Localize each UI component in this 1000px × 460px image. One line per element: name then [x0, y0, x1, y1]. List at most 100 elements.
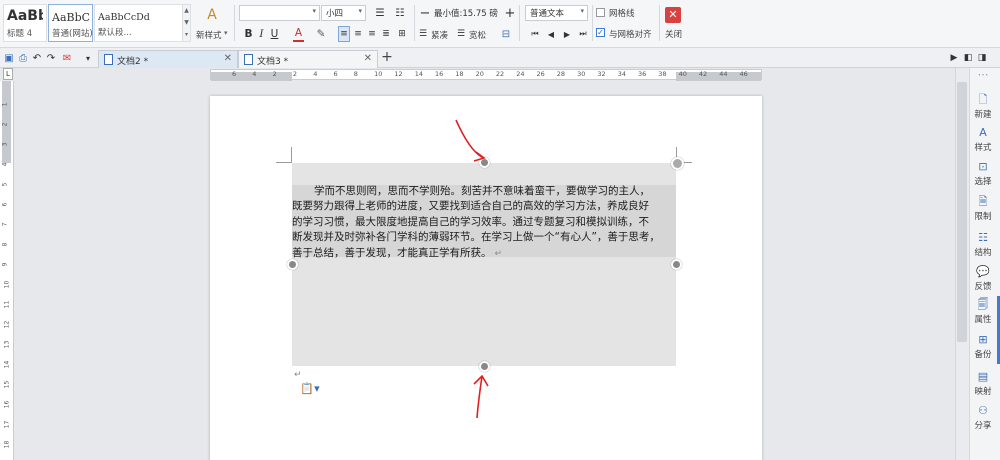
- sidebar-item-structure[interactable]: ☷ 结构: [969, 231, 997, 258]
- italic-button[interactable]: I: [256, 26, 267, 42]
- tight-icon[interactable]: ☰: [418, 26, 428, 42]
- tab-right-icon-1[interactable]: ▶: [949, 50, 959, 66]
- font-size-select[interactable]: 小四 ▾: [321, 5, 366, 21]
- properties-icon: 🗐: [977, 298, 989, 311]
- increase-spacing-button[interactable]: +: [504, 5, 516, 21]
- tab-right-icon-3[interactable]: ◨: [977, 50, 987, 66]
- first-nav-icon[interactable]: ⏮: [530, 26, 540, 42]
- new-tab-button[interactable]: +: [380, 49, 394, 65]
- font-color-button[interactable]: A: [293, 26, 304, 42]
- text-style-select[interactable]: 普通文本 ▾: [525, 5, 588, 21]
- close-tab-icon[interactable]: ✕: [364, 53, 372, 64]
- ruler-tick-label: 15: [3, 380, 11, 389]
- scrollbar-thumb[interactable]: [957, 82, 967, 342]
- tab-document3[interactable]: 文档3 * ✕: [238, 50, 378, 68]
- paragraph-settings-icon[interactable]: ⊟: [499, 26, 513, 42]
- ruler-tick-label: 9: [1, 262, 9, 267]
- next-nav-icon[interactable]: ▶: [562, 26, 572, 42]
- sidebar-item-properties[interactable]: 🗐 属性: [969, 298, 997, 325]
- right-resize-handle[interactable]: [671, 259, 682, 270]
- document-body[interactable]: 学而不思则罔，思而不学则殆。刻苦并不意味着蛮干，要做学习的主人， 既要努力跟得上…: [292, 184, 676, 262]
- feedback-icon: 💬: [976, 265, 990, 278]
- close-button[interactable]: 关闭: [665, 28, 682, 40]
- loose-icon[interactable]: ☰: [456, 26, 466, 42]
- style-preview: AaBbCcDd: [98, 12, 150, 23]
- document-icon: [104, 54, 113, 65]
- text-line-3: 的学习习惯，最大限度地提高自己的学习效率。通过专题复习和模拟训练，不: [292, 215, 649, 228]
- distribute-icon[interactable]: ⊞: [396, 26, 408, 42]
- align-right-icon[interactable]: ≡: [366, 26, 378, 42]
- underline-button[interactable]: U: [269, 26, 280, 42]
- last-nav-icon[interactable]: ⏭: [578, 26, 588, 42]
- close-icon[interactable]: ✕: [665, 7, 681, 23]
- structure-icon: ☷: [978, 231, 988, 244]
- style-normal-web[interactable]: AaBbCcl 普通(网站): [48, 4, 93, 42]
- align-center-icon[interactable]: ≡: [352, 26, 364, 42]
- sidebar-item-style[interactable]: A 样式: [969, 126, 997, 153]
- gridlines-checkbox[interactable]: [596, 8, 605, 17]
- send-icon[interactable]: ✉: [61, 50, 73, 66]
- style-default-paragraph[interactable]: AaBbCcDd 默认段...: [94, 4, 182, 42]
- paste-options-icon[interactable]: 📋▾: [300, 380, 320, 396]
- bullet-list-icon[interactable]: ☰: [371, 5, 389, 21]
- save-icon[interactable]: ▣: [3, 50, 15, 66]
- sidebar-item-feedback[interactable]: 💬 反馈: [969, 265, 997, 292]
- text-line-4: 断发现并及时弥补各门学科的薄弱环节。在学习上做一个“有心人”，善于思考，: [292, 231, 660, 244]
- line-spacing-value[interactable]: 最小值:15.75 磅: [432, 5, 500, 21]
- text-line-5: 善于总结，善于发现，才能真正学有所获。: [292, 246, 492, 259]
- share-icon: ⚇: [978, 404, 988, 417]
- sidebar-item-new[interactable]: 🗋 新建: [969, 93, 997, 120]
- decrease-spacing-button[interactable]: −: [419, 5, 431, 21]
- ruler-tick-label: 30: [577, 70, 586, 78]
- left-resize-handle[interactable]: [287, 259, 298, 270]
- horizontal-ruler[interactable]: L 6 4 2 2 4 6 8 10 12 14 16 18 20 22 24 26 28 30 32 34 36 38 4…: [0, 68, 955, 81]
- tight-button[interactable]: 紧凑: [431, 29, 448, 41]
- font-name-select[interactable]: ▾: [239, 5, 320, 21]
- sidebar-item-select[interactable]: ⊡ 选择: [969, 160, 997, 187]
- sidebar-item-map[interactable]: ▤ 映射: [969, 370, 997, 397]
- redo-icon[interactable]: ↷: [45, 50, 57, 66]
- vertical-ruler[interactable]: 12345678910111213141516171819: [0, 81, 14, 460]
- tab-right-icon-2[interactable]: ◧: [963, 50, 973, 66]
- tab-document2[interactable]: 文档2 * ✕: [98, 50, 238, 68]
- ruler-tick-label: 13: [3, 340, 11, 349]
- ribbon-toolbar: AaBbC 标题 4 AaBbCcl 普通(网站) AaBbCcDd 默认段..…: [0, 0, 1000, 48]
- new-style-label[interactable]: 新样式: [196, 29, 222, 41]
- undo-icon[interactable]: ↶: [31, 50, 43, 66]
- style-heading4[interactable]: AaBbC 标题 4: [3, 4, 47, 42]
- ruler-tick-label: 4: [1, 162, 9, 167]
- bold-button[interactable]: B: [243, 26, 254, 42]
- style-preview: AaBbC: [7, 8, 43, 24]
- quick-access-menu-icon[interactable]: ▾: [83, 50, 93, 66]
- ruler-tick-label: 3: [1, 142, 9, 147]
- new-style-icon[interactable]: A: [202, 7, 222, 23]
- sidebar-item-restrict[interactable]: 🗎 限制: [969, 195, 997, 222]
- ruler-tick-label: 16: [435, 70, 444, 78]
- delete-frame-handle[interactable]: [671, 157, 684, 170]
- justify-icon[interactable]: ≣: [380, 26, 392, 42]
- sidebar-item-backup[interactable]: ⊞ 备份: [969, 333, 997, 360]
- ruler-tick-label: 8: [1, 242, 9, 247]
- numbered-list-icon[interactable]: ☷: [391, 5, 409, 21]
- style-gallery-scroll[interactable]: ▲ ▼ ▾: [182, 4, 191, 42]
- ruler-tick-label: 26: [536, 70, 545, 78]
- style-name: 标题 4: [7, 29, 33, 39]
- paragraph-mark-2: ↵: [294, 370, 302, 380]
- wps-writer-window: AaBbC 标题 4 AaBbCcl 普通(网站) AaBbCcDd 默认段..…: [0, 0, 1000, 460]
- document-tab-bar: ▣ ⎙ ↶ ↷ ✉ ▾ 文档2 * ✕ 文档3 * ✕ + ▶ ◧ ◨: [0, 48, 1000, 68]
- loose-button[interactable]: 宽松: [469, 29, 486, 41]
- close-tab-icon[interactable]: ✕: [224, 53, 232, 64]
- style-name: 默认段...: [98, 28, 132, 38]
- ruler-tick-label: 6: [1, 202, 9, 207]
- new-style-caret[interactable]: ▾: [224, 29, 228, 37]
- print-icon[interactable]: ⎙: [17, 50, 29, 66]
- sidebar-item-share[interactable]: ⚇ 分享: [969, 404, 997, 431]
- highlight-icon[interactable]: ✎: [314, 26, 328, 42]
- align-left-icon[interactable]: ≡: [338, 26, 350, 42]
- text-line-1: 学而不思则罔，思而不学则殆。刻苦并不意味着蛮干，要做学习的主人，: [314, 185, 650, 197]
- prev-nav-icon[interactable]: ◀: [546, 26, 556, 42]
- tab-stop-icon[interactable]: L: [3, 68, 13, 80]
- sidebar-handle[interactable]: ⋯: [969, 68, 997, 82]
- ruler-tick-label: 4: [252, 70, 257, 78]
- align-grid-checkbox[interactable]: ✓: [596, 28, 605, 37]
